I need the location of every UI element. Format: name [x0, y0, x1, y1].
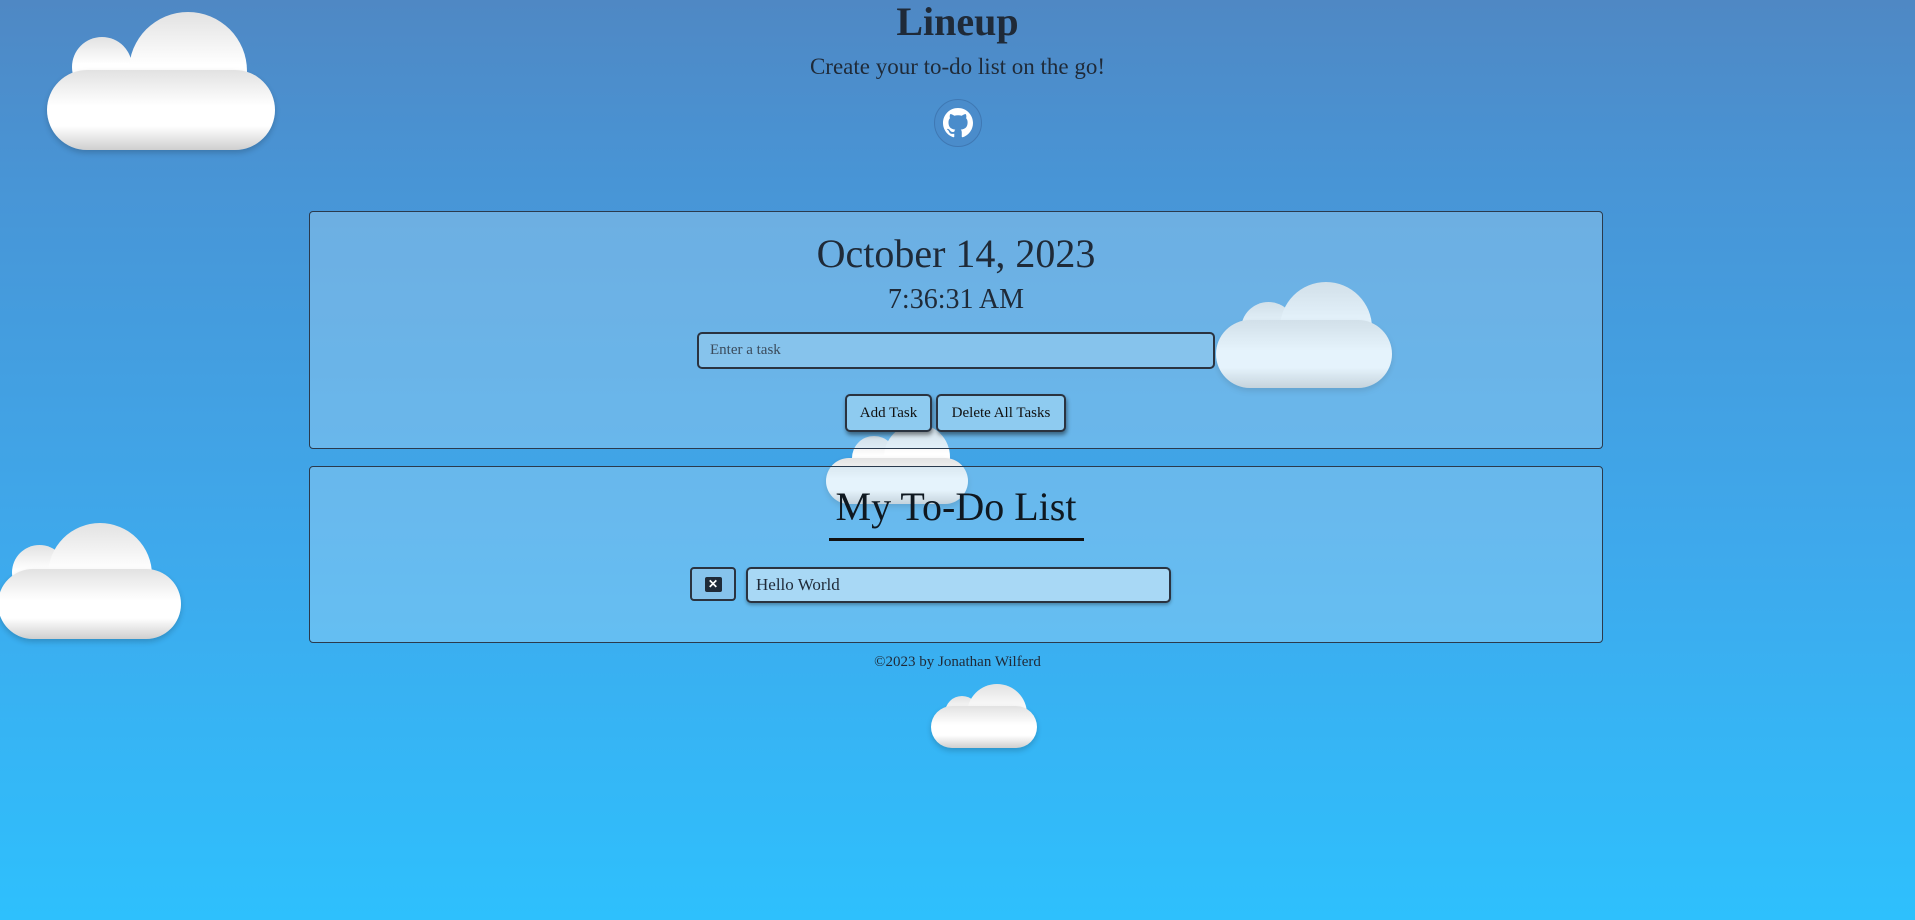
page-subtitle: Create your to-do list on the go!: [809, 54, 1106, 79]
todo-list-title: My To-Do List: [835, 484, 1077, 529]
footer-copyright: ©2023 by Jonathan Wilferd: [874, 654, 1041, 670]
cloud-decoration: [0, 523, 181, 639]
close-icon: ✕: [704, 576, 722, 592]
task-entry-panel: October 14, 2023 7:36:31 AM Add Task Del…: [309, 211, 1603, 449]
delete-task-button[interactable]: ✕: [690, 567, 736, 601]
current-time: 7:36:31 AM: [887, 284, 1025, 315]
cloud-decoration: [931, 684, 1037, 748]
task-item[interactable]: Hello World: [746, 567, 1171, 603]
todo-list-panel: My To-Do List ✕ Hello World: [309, 466, 1603, 643]
delete-all-tasks-button[interactable]: Delete All Tasks: [936, 394, 1066, 432]
github-icon: [943, 108, 973, 138]
task-input[interactable]: [697, 332, 1215, 369]
current-date: October 14, 2023: [816, 231, 1096, 276]
title-underline: [829, 538, 1084, 541]
page-title: Lineup: [896, 0, 1019, 44]
add-task-button[interactable]: Add Task: [845, 394, 932, 432]
github-link[interactable]: [934, 99, 982, 147]
